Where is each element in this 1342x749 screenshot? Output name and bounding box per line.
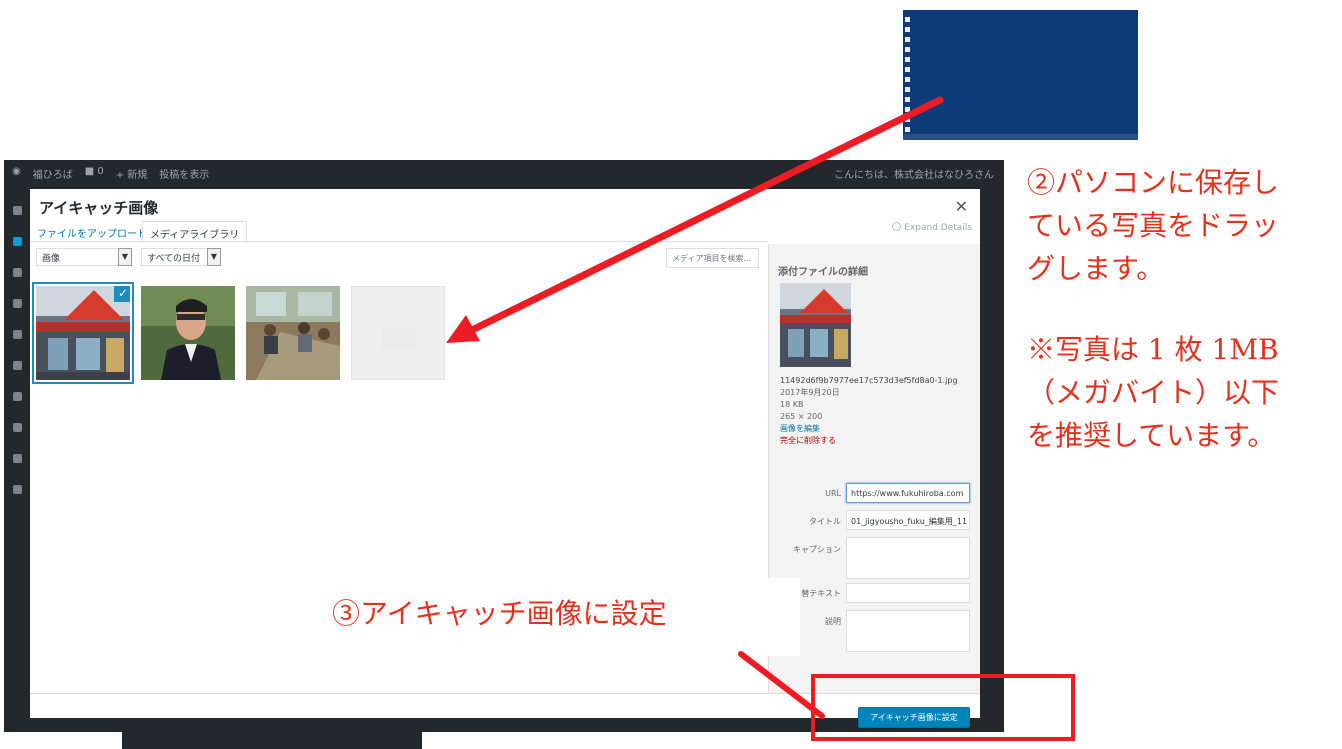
attachment-size: 18 KB: [780, 400, 804, 409]
attachment-date: 2017年9月20日: [780, 388, 840, 397]
admin-bar-greeting[interactable]: こんにちは、株式会社はなひろさん: [834, 166, 994, 181]
media-item-meeting[interactable]: [246, 286, 340, 380]
media-type-filter-value: 画像: [42, 254, 61, 264]
size-note-line3: を推奨しています。: [1027, 419, 1276, 452]
admin-bar-site[interactable]: 福ひろば: [33, 166, 73, 181]
set-featured-instruction: ③アイキャッチ画像に設定: [332, 597, 667, 630]
admin-side-menu: [4, 184, 30, 732]
meeting-photo: [246, 286, 340, 380]
drag-instruction-line2: ている写真をドラッ: [1027, 209, 1280, 242]
admin-bar-comments[interactable]: ■ 0: [85, 166, 104, 181]
admin-bar-view-post[interactable]: 投稿を表示: [159, 166, 209, 181]
media-item-portrait[interactable]: [141, 286, 235, 380]
portrait-photo: [141, 286, 235, 380]
size-note-line2: （メガバイト）以下: [1027, 376, 1280, 409]
modal-title: アイキャッチ画像: [39, 199, 159, 217]
tabs-divider: [30, 241, 768, 242]
url-label: URL: [825, 489, 841, 498]
url-field[interactable]: https://www.fukuhiroba.com: [846, 483, 970, 503]
caption-field[interactable]: [846, 537, 970, 579]
media-grid: ✓: [30, 275, 768, 695]
tab-upload-files[interactable]: ファイルをアップロード: [30, 221, 154, 243]
attachment-dimensions: 265 × 200: [780, 412, 823, 421]
media-search-input[interactable]: メディア項目を検索...: [666, 248, 759, 268]
date-filter[interactable]: すべての日付 ▼: [141, 248, 221, 266]
taskbar: [903, 134, 1138, 140]
attachment-meta: 11492d6f9b7977ee17c573d3ef5fd8a0-1.jpg 2…: [780, 375, 958, 447]
featured-image-modal: アイキャッチ画像 ✕ Expand Details ファイルをアップロード メデ…: [30, 189, 980, 718]
size-note: ※写真は 1 枚 1MB （メガバイト）以下 を推奨しています。: [1027, 328, 1342, 457]
close-icon[interactable]: ✕: [955, 197, 968, 216]
desktop-window: [903, 10, 1138, 140]
alt-text-field[interactable]: [846, 583, 970, 603]
taskbar-strip: [122, 730, 422, 749]
chevron-down-icon: ▼: [118, 248, 132, 266]
check-icon[interactable]: ✓: [114, 286, 130, 302]
edit-image-link[interactable]: 画像を編集: [780, 423, 958, 435]
annotation-mask: [737, 578, 800, 656]
media-item-uploading[interactable]: [351, 286, 445, 380]
title-field[interactable]: 01_jigyousho_fuku_編集用_11: [846, 510, 970, 530]
drag-instruction-line3: グします。: [1027, 252, 1165, 285]
description-field[interactable]: [846, 610, 970, 652]
desktop-icons: [903, 12, 911, 140]
admin-bar: ◉ 福ひろば ■ 0 + 新規 投稿を表示 こんにちは、株式会社はなひろさん: [4, 160, 1004, 184]
menu-appearance-icon[interactable]: [13, 361, 22, 370]
menu-media-icon[interactable]: [13, 268, 22, 277]
highlight-box: [811, 674, 1075, 741]
menu-settings-icon[interactable]: [13, 485, 22, 494]
menu-posts-icon[interactable]: [13, 237, 22, 246]
menu-dashboard-icon[interactable]: [13, 206, 22, 215]
attachment-preview: [780, 283, 851, 367]
title-label: タイトル: [809, 517, 841, 526]
menu-plugins-icon[interactable]: [13, 392, 22, 401]
menu-users-icon[interactable]: [13, 423, 22, 432]
size-note-line1: ※写真は 1 枚 1MB: [1027, 333, 1279, 366]
delete-permanently-link[interactable]: 完全に削除する: [780, 435, 958, 447]
image-placeholder-icon: [381, 327, 417, 349]
modal-tabs: ファイルをアップロード メディアライブラリ: [30, 219, 980, 243]
tab-media-library[interactable]: メディアライブラリ: [142, 221, 248, 243]
caption-label: キャプション: [793, 545, 841, 554]
wordpress-icon[interactable]: ◉: [12, 166, 21, 181]
menu-tools-icon[interactable]: [13, 454, 22, 463]
attachment-preview-photo: [780, 283, 851, 367]
date-filter-value: すべての日付: [147, 254, 201, 264]
drag-instruction-line1: ②パソコンに保存し: [1027, 166, 1280, 199]
attachment-details-heading: 添付ファイルの詳細: [778, 267, 868, 278]
media-item-shop[interactable]: ✓: [36, 286, 130, 380]
attachment-filename: 11492d6f9b7977ee17c573d3ef5fd8a0-1.jpg: [780, 376, 958, 385]
menu-pages-icon[interactable]: [13, 299, 22, 308]
menu-comments-icon[interactable]: [13, 330, 22, 339]
chevron-down-icon: ▼: [207, 248, 221, 266]
media-type-filter[interactable]: 画像 ▼: [36, 248, 132, 266]
drag-instruction: ②パソコンに保存し ている写真をドラッ グします。: [1027, 161, 1342, 290]
admin-bar-new[interactable]: + 新規: [116, 166, 148, 181]
